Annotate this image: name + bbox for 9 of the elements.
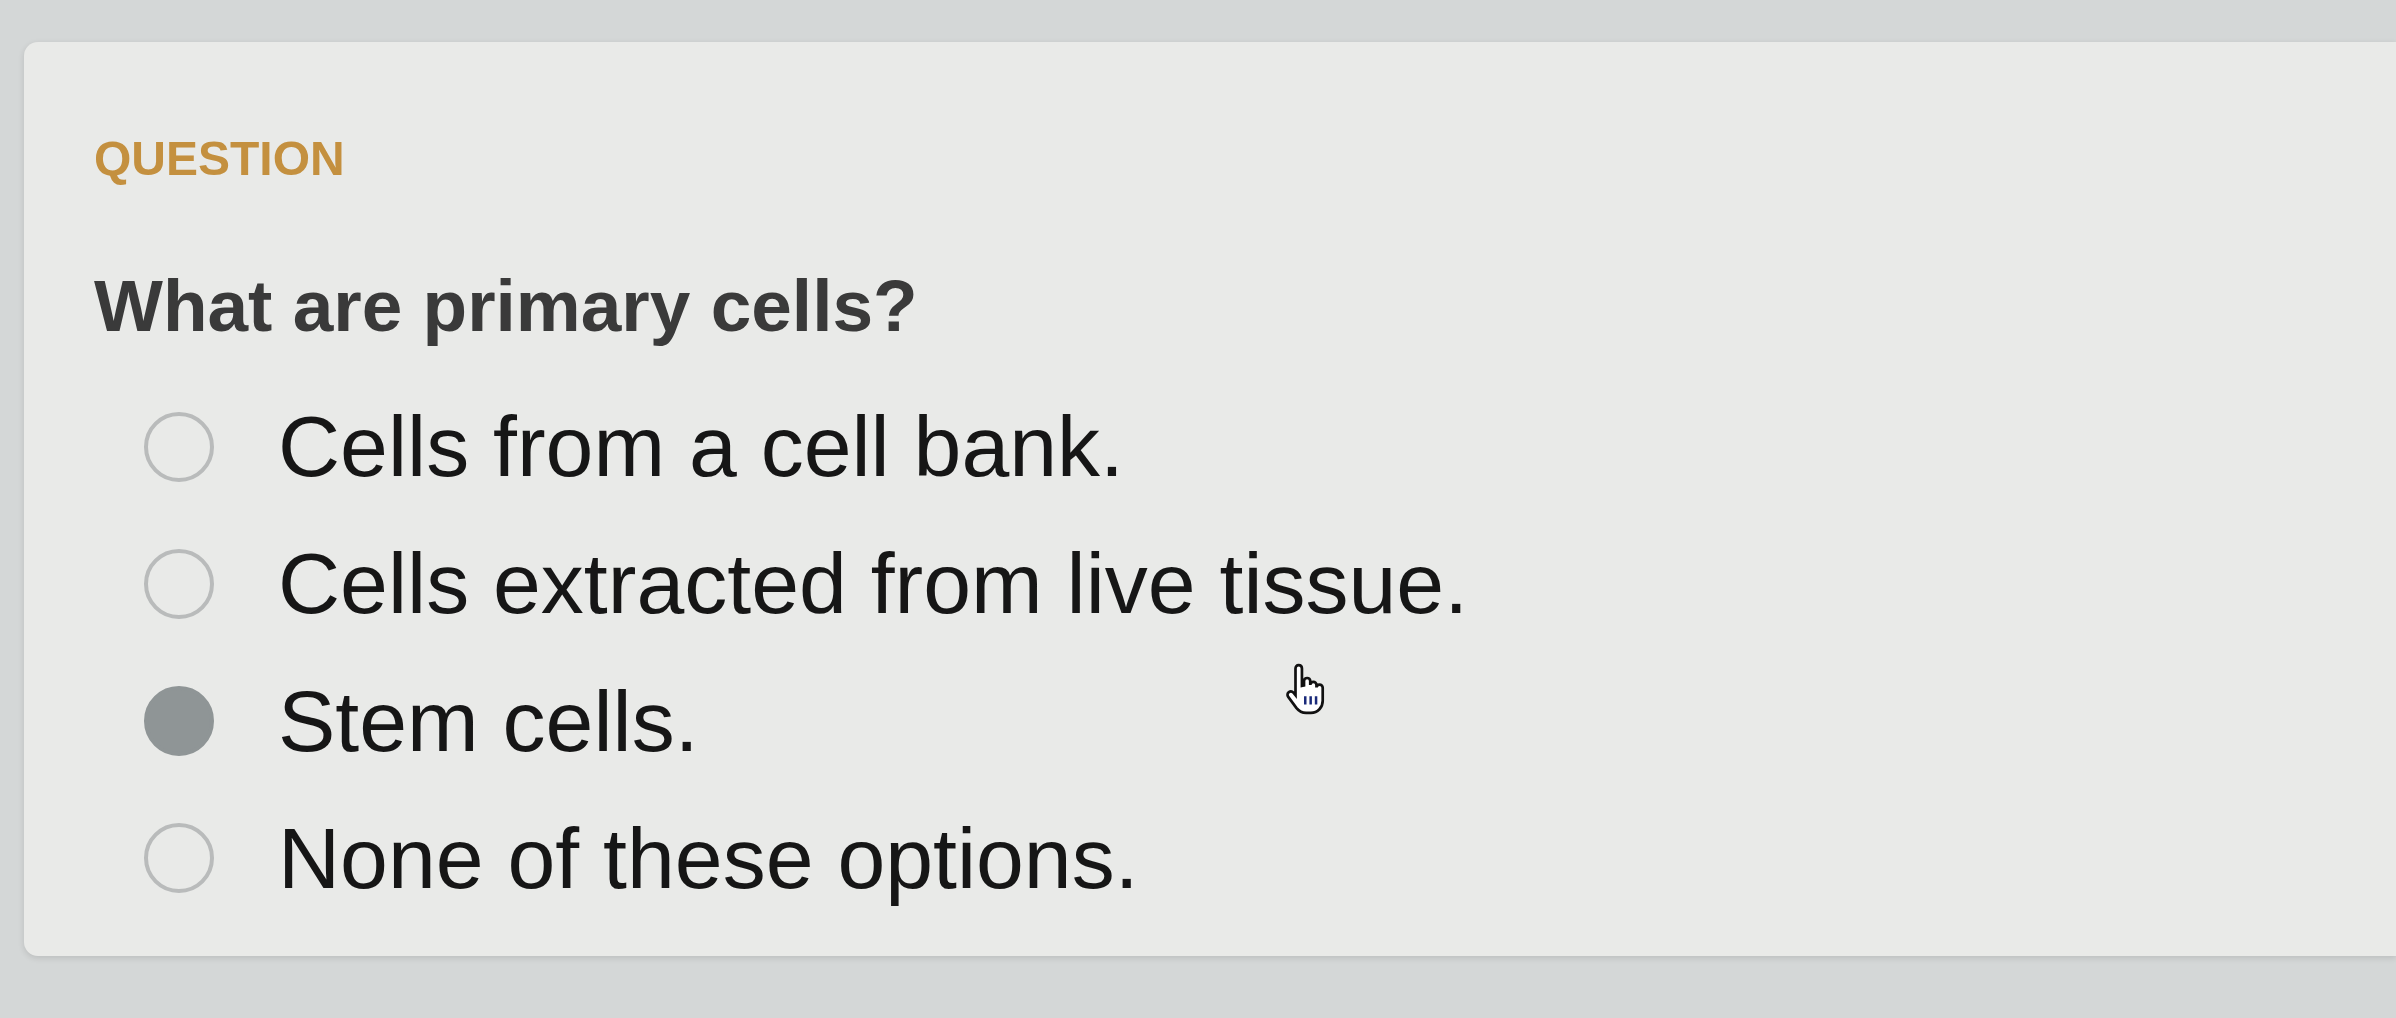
option-label[interactable]: Stem cells. bbox=[278, 669, 699, 773]
option-label[interactable]: None of these options. bbox=[278, 806, 1139, 910]
radio-button[interactable] bbox=[144, 823, 214, 894]
option-label[interactable]: Cells extracted from live tissue. bbox=[278, 532, 1469, 636]
radio-button[interactable] bbox=[144, 411, 214, 482]
question-text: What are primary cells? bbox=[94, 263, 918, 348]
option-label[interactable]: Cells from a cell bank. bbox=[278, 395, 1124, 499]
question-label: QUESTION bbox=[94, 131, 345, 187]
radio-button[interactable] bbox=[144, 548, 214, 619]
